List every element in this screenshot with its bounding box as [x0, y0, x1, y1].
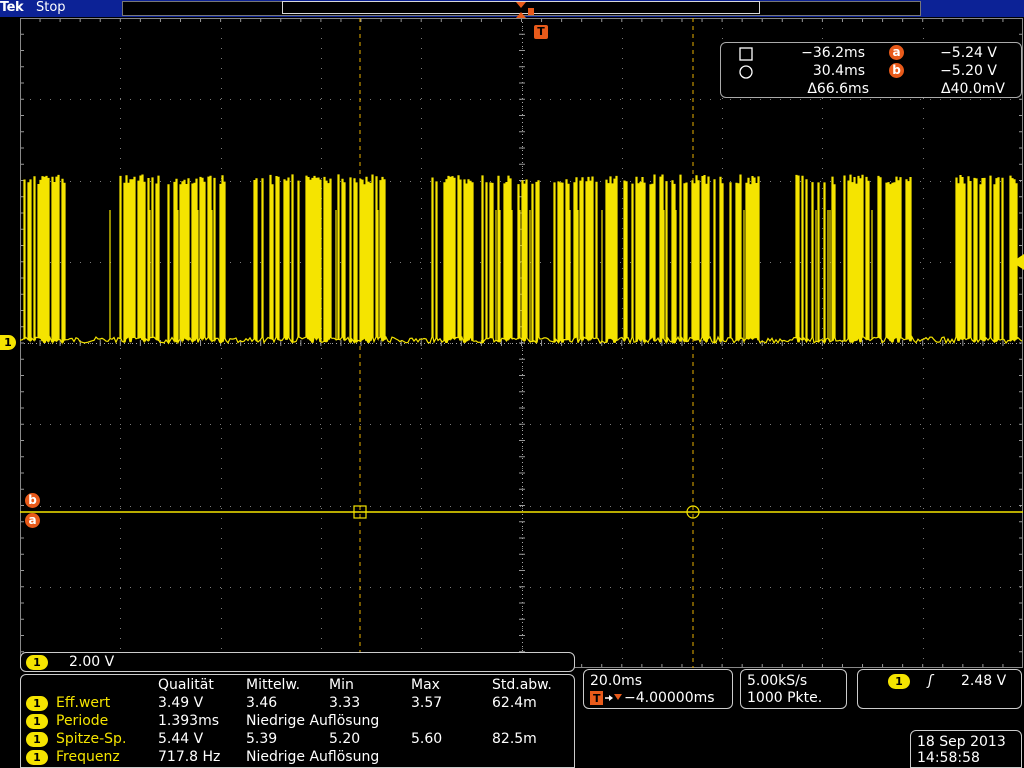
measurement-note: Niedrige Auflösung — [246, 749, 380, 765]
measurement-row-frequency[interactable]: 1 Frequenz 717.8 Hz Niedrige Auflösung — [21, 749, 576, 767]
horizontal-scale: 20.0ms — [590, 673, 643, 689]
cursor-a-badge: a — [889, 45, 904, 60]
cursor2-time: 30.4ms — [812, 63, 865, 79]
measurement-value: 717.8 Hz — [158, 749, 221, 765]
channel1-badge: 1 — [26, 714, 48, 729]
datetime-panel: 18 Sep 2013 14:58:58 — [910, 730, 1022, 768]
measurement-name: Eff.wert — [56, 695, 111, 711]
cursor1-time: −36.2ms — [801, 45, 865, 61]
header-max: Max — [411, 677, 440, 693]
measurement-note: Niedrige Auflösung — [246, 713, 380, 729]
cursor-readout-panel: −36.2ms 30.4ms Δ66.6ms a b −5.24 V −5.20… — [720, 42, 1022, 98]
trigger-settings-panel[interactable]: 1 ʃ 2.48 V — [857, 669, 1022, 709]
channel1-scale: 2.00 V — [69, 654, 115, 670]
date: 18 Sep 2013 — [917, 734, 1006, 750]
sample-rate: 5.00kS/s — [747, 673, 808, 689]
channel1-scale-panel[interactable]: 1 2.00 V — [20, 652, 575, 672]
measurement-mean: 5.39 — [246, 731, 278, 747]
acquisition-panel[interactable]: 5.00kS/s 1000 Pkte. — [740, 669, 847, 709]
trigger-level: 2.48 V — [961, 673, 1007, 689]
cursor-delta-volt: Δ40.0mV — [941, 81, 1005, 97]
channel1-badge: 1 — [26, 655, 48, 670]
measurement-row-period[interactable]: 1 Periode 1.393ms Niedrige Auflösung — [21, 713, 576, 731]
circle-cursor-icon — [739, 65, 753, 79]
channel1-badge: 1 — [26, 696, 48, 711]
header-quality: Qualität — [158, 677, 214, 693]
horizontal-delay: −4.00000ms — [624, 690, 715, 706]
cursor-b-volt: −5.20 V — [940, 63, 997, 79]
cursor-delta-time: Δ66.6ms — [807, 81, 869, 97]
measurement-row-peak-to-peak[interactable]: 1 Spitze-Sp. 5.44 V 5.39 5.20 5.60 82.5m — [21, 731, 576, 749]
measurement-mean: 3.46 — [246, 695, 278, 711]
trigger-delay-icon: T — [590, 691, 622, 705]
cursor-b-marker[interactable]: b — [25, 493, 40, 508]
trigger-level-arrow-icon[interactable] — [1010, 254, 1024, 270]
measurement-min: 5.20 — [329, 731, 361, 747]
svg-text:T: T — [593, 692, 601, 705]
header-stddev: Std.abw. — [492, 677, 552, 693]
cursor-a-volt: −5.24 V — [940, 45, 997, 61]
measurement-name: Periode — [56, 713, 109, 729]
measurement-stddev: 62.4m — [492, 695, 537, 711]
measurement-row-rms[interactable]: 1 Eff.wert 3.49 V 3.46 3.33 3.57 62.4m — [21, 695, 576, 713]
channel1-ground-marker[interactable]: 1 — [0, 335, 16, 350]
measurement-stddev: 82.5m — [492, 731, 537, 747]
time: 14:58:58 — [917, 750, 980, 766]
header-min: Min — [329, 677, 354, 693]
trigger-t-icon: T — [534, 25, 548, 39]
measurement-name: Spitze-Sp. — [56, 731, 127, 747]
header-mean: Mittelw. — [246, 677, 301, 693]
record-length: 1000 Pkte. — [747, 690, 823, 706]
measurement-min: 3.33 — [329, 695, 361, 711]
cursor-a-marker[interactable]: a — [25, 513, 40, 528]
cursor-b-badge: b — [889, 63, 904, 78]
trigger-slope-icon: ʃ — [928, 673, 933, 689]
channel1-waveform — [20, 174, 1023, 345]
measurement-value: 5.44 V — [158, 731, 204, 747]
trigger-position-marker[interactable] — [512, 0, 534, 40]
trigger-source-badge: 1 — [888, 674, 910, 689]
brand-logo: Tek — [0, 0, 24, 15]
measurement-max: 5.60 — [411, 731, 443, 747]
channel1-badge: 1 — [26, 750, 48, 765]
measurement-value: 1.393ms — [158, 713, 220, 729]
measurement-value: 3.49 V — [158, 695, 204, 711]
measurement-max: 3.57 — [411, 695, 443, 711]
measurement-panel: Qualität Mittelw. Min Max Std.abw. 1 Eff… — [20, 674, 575, 768]
run-status: Stop — [36, 0, 66, 15]
waveform-display[interactable] — [20, 18, 1023, 668]
square-cursor-icon — [739, 47, 753, 61]
horizontal-settings-panel[interactable]: 20.0ms T −4.00000ms — [583, 669, 733, 709]
measurement-name: Frequenz — [56, 749, 120, 765]
channel1-badge: 1 — [26, 732, 48, 747]
